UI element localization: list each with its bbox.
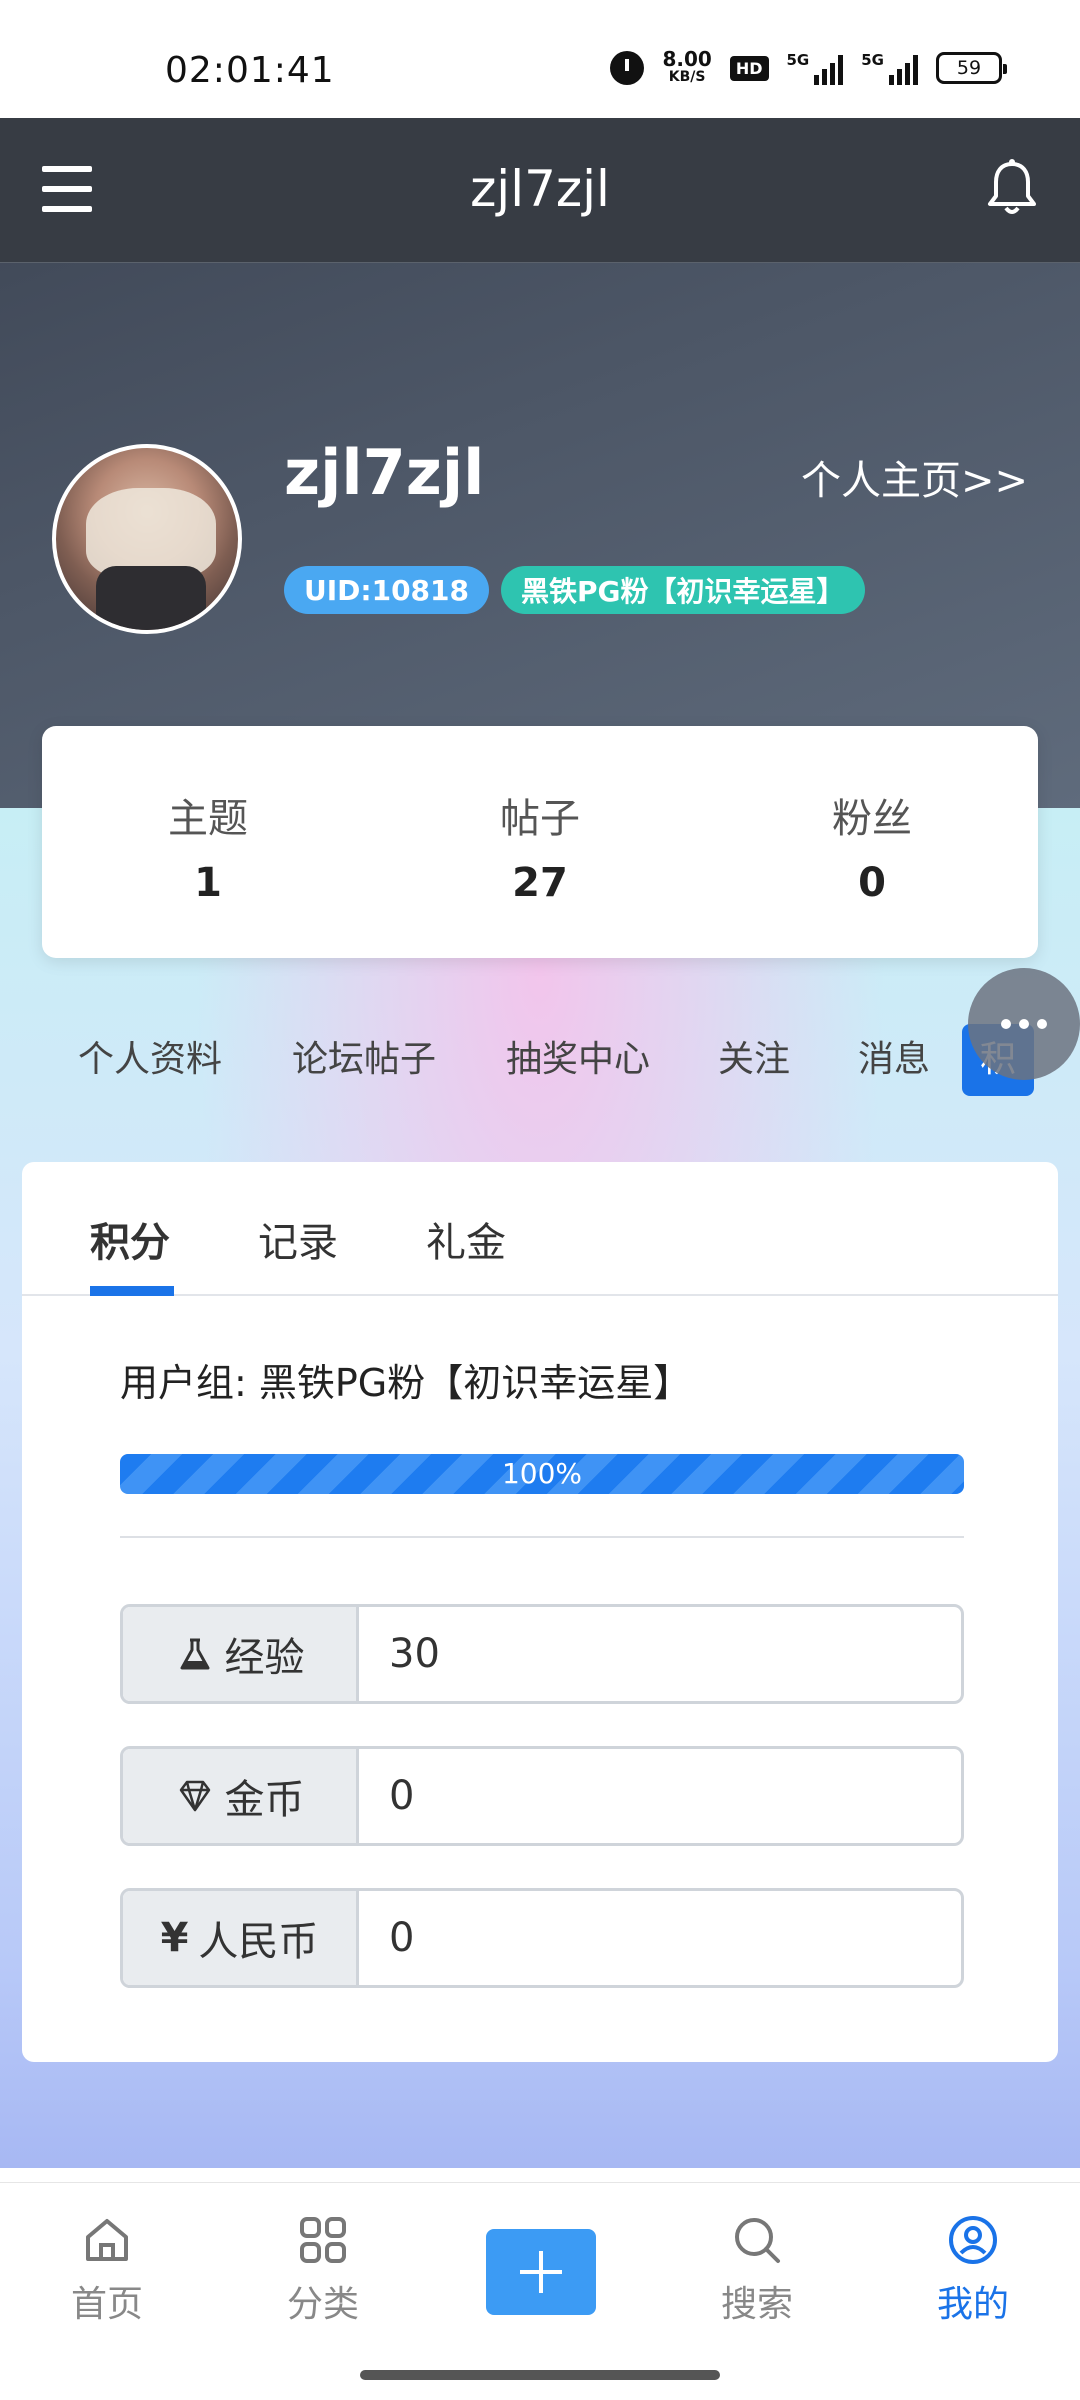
stat-label: 粉丝 bbox=[832, 796, 912, 842]
user-group-badge: 黑铁PG粉【初识幸运星】 bbox=[501, 566, 865, 614]
nav-home[interactable]: 首页 bbox=[42, 2213, 172, 2327]
nav-categories-label: 分类 bbox=[286, 2284, 359, 2325]
home-indicator[interactable] bbox=[360, 2370, 720, 2380]
home-icon bbox=[86, 2219, 128, 2261]
bottom-navigation: 首页 分类 搜索 我的 bbox=[0, 2182, 1080, 2400]
field-value: 30 bbox=[389, 1631, 440, 1677]
network-speed-value: 8.00 bbox=[662, 47, 712, 71]
nav-home-label: 首页 bbox=[70, 2284, 143, 2325]
yen-icon: ¥ bbox=[160, 1915, 189, 1961]
tab-messages[interactable]: 消息 bbox=[858, 1030, 930, 1082]
nav-search[interactable]: 搜索 bbox=[692, 2213, 822, 2327]
add-post-button[interactable] bbox=[486, 2229, 596, 2315]
divider bbox=[120, 1536, 964, 1538]
battery-icon: 59 bbox=[936, 52, 1007, 84]
flask-icon bbox=[180, 1638, 209, 1670]
stats-card: 主题 1 帖子 27 粉丝 0 bbox=[42, 726, 1038, 958]
grid-icon bbox=[300, 2217, 346, 2263]
uid-badge: UID:10818 bbox=[284, 566, 490, 614]
stat-label: 帖子 bbox=[500, 796, 580, 842]
username: zjl7zjl bbox=[284, 436, 485, 509]
network-speed-unit: KB/S bbox=[668, 69, 706, 85]
search-icon bbox=[735, 2218, 780, 2263]
signal-label: 5G bbox=[861, 51, 884, 69]
more-dot-icon bbox=[1001, 1019, 1011, 1029]
field-label: ¥ 人民币 bbox=[123, 1891, 359, 1985]
hd-icon: HD bbox=[729, 55, 769, 81]
nav-categories[interactable]: 分类 bbox=[258, 2213, 388, 2327]
tab-follow[interactable]: 关注 bbox=[718, 1030, 790, 1082]
stat-value: 27 bbox=[512, 860, 568, 906]
field-value: 0 bbox=[389, 1773, 415, 1819]
rmb-field: ¥ 人民币 0 bbox=[120, 1888, 964, 1988]
profile-header: zjl7zjl zjl7zjl 个人主页>> UID:10818 黑铁PG粉【初… bbox=[0, 118, 1080, 808]
network-speed: 8.00 KB/S bbox=[662, 47, 712, 86]
tab-profile[interactable]: 个人资料 bbox=[78, 1030, 222, 1082]
stat-value: 1 bbox=[194, 860, 222, 906]
stat-label: 主题 bbox=[168, 796, 248, 842]
personal-homepage-link[interactable]: 个人主页>> bbox=[801, 448, 1028, 506]
field-value: 0 bbox=[389, 1915, 415, 1961]
field-label-text: 金币 bbox=[224, 1777, 305, 1823]
nav-search-label: 搜索 bbox=[720, 2284, 793, 2325]
progress-label: 100% bbox=[501, 1457, 583, 1490]
field-label-text: 经验 bbox=[224, 1635, 305, 1681]
plus-icon bbox=[520, 2251, 562, 2293]
level-progress-bar: 100% bbox=[120, 1454, 964, 1494]
stat-followers[interactable]: 粉丝 0 bbox=[706, 726, 1038, 958]
points-sub-tabs: 积分 记录 礼金 bbox=[22, 1162, 1058, 1296]
subtab-records[interactable]: 记录 bbox=[258, 1210, 338, 1268]
experience-field: 经验 30 bbox=[120, 1604, 964, 1704]
battery-level: 59 bbox=[956, 57, 982, 79]
stat-value: 0 bbox=[858, 860, 886, 906]
top-app-bar: zjl7zjl bbox=[0, 118, 1080, 263]
stat-topics[interactable]: 主题 1 bbox=[42, 726, 374, 958]
user-circle-icon bbox=[949, 2216, 997, 2264]
subtab-points[interactable]: 积分 bbox=[90, 1210, 170, 1268]
diamond-icon bbox=[179, 1780, 210, 1812]
status-bar: 02:01:41 8.00 KB/S HD 5G 5G 59 bbox=[0, 0, 1080, 118]
signal-icon: 5G bbox=[861, 51, 918, 85]
subtab-gift-money[interactable]: 礼金 bbox=[426, 1210, 506, 1268]
field-label: 金币 bbox=[123, 1749, 359, 1843]
stat-posts[interactable]: 帖子 27 bbox=[374, 726, 706, 958]
field-label: 经验 bbox=[123, 1607, 359, 1701]
profile-nav-tabs: 个人资料 论坛帖子 抽奖中心 关注 消息 积 bbox=[0, 1024, 1080, 1096]
status-time: 02:01:41 bbox=[165, 50, 335, 91]
nav-mine-label: 我的 bbox=[936, 2284, 1009, 2325]
field-label-text: 人民币 bbox=[198, 1919, 319, 1965]
bell-icon[interactable] bbox=[984, 158, 1040, 218]
active-tab-indicator bbox=[90, 1286, 174, 1296]
avatar[interactable] bbox=[52, 444, 242, 634]
user-group-line: 用户组: 黑铁PG粉【初识幸运星】 bbox=[120, 1361, 692, 1405]
tab-forum-posts[interactable]: 论坛帖子 bbox=[292, 1030, 436, 1082]
tab-lottery[interactable]: 抽奖中心 bbox=[506, 1030, 650, 1082]
more-dot-icon bbox=[1037, 1019, 1047, 1029]
status-icons: 8.00 KB/S HD 5G 5G 59 bbox=[610, 47, 1007, 86]
more-dot-icon bbox=[1019, 1019, 1029, 1029]
points-card: 积分 记录 礼金 用户组: 黑铁PG粉【初识幸运星】 100% 经验 30 金币… bbox=[22, 1162, 1058, 2062]
coins-field: 金币 0 bbox=[120, 1746, 964, 1846]
signal-icon: 5G bbox=[787, 51, 844, 85]
more-floating-button[interactable] bbox=[968, 968, 1080, 1080]
alarm-icon bbox=[610, 51, 645, 85]
nav-mine[interactable]: 我的 bbox=[908, 2213, 1038, 2327]
page-title: zjl7zjl bbox=[470, 160, 610, 218]
badges: UID:10818 黑铁PG粉【初识幸运星】 bbox=[284, 566, 865, 614]
signal-label: 5G bbox=[786, 51, 810, 69]
